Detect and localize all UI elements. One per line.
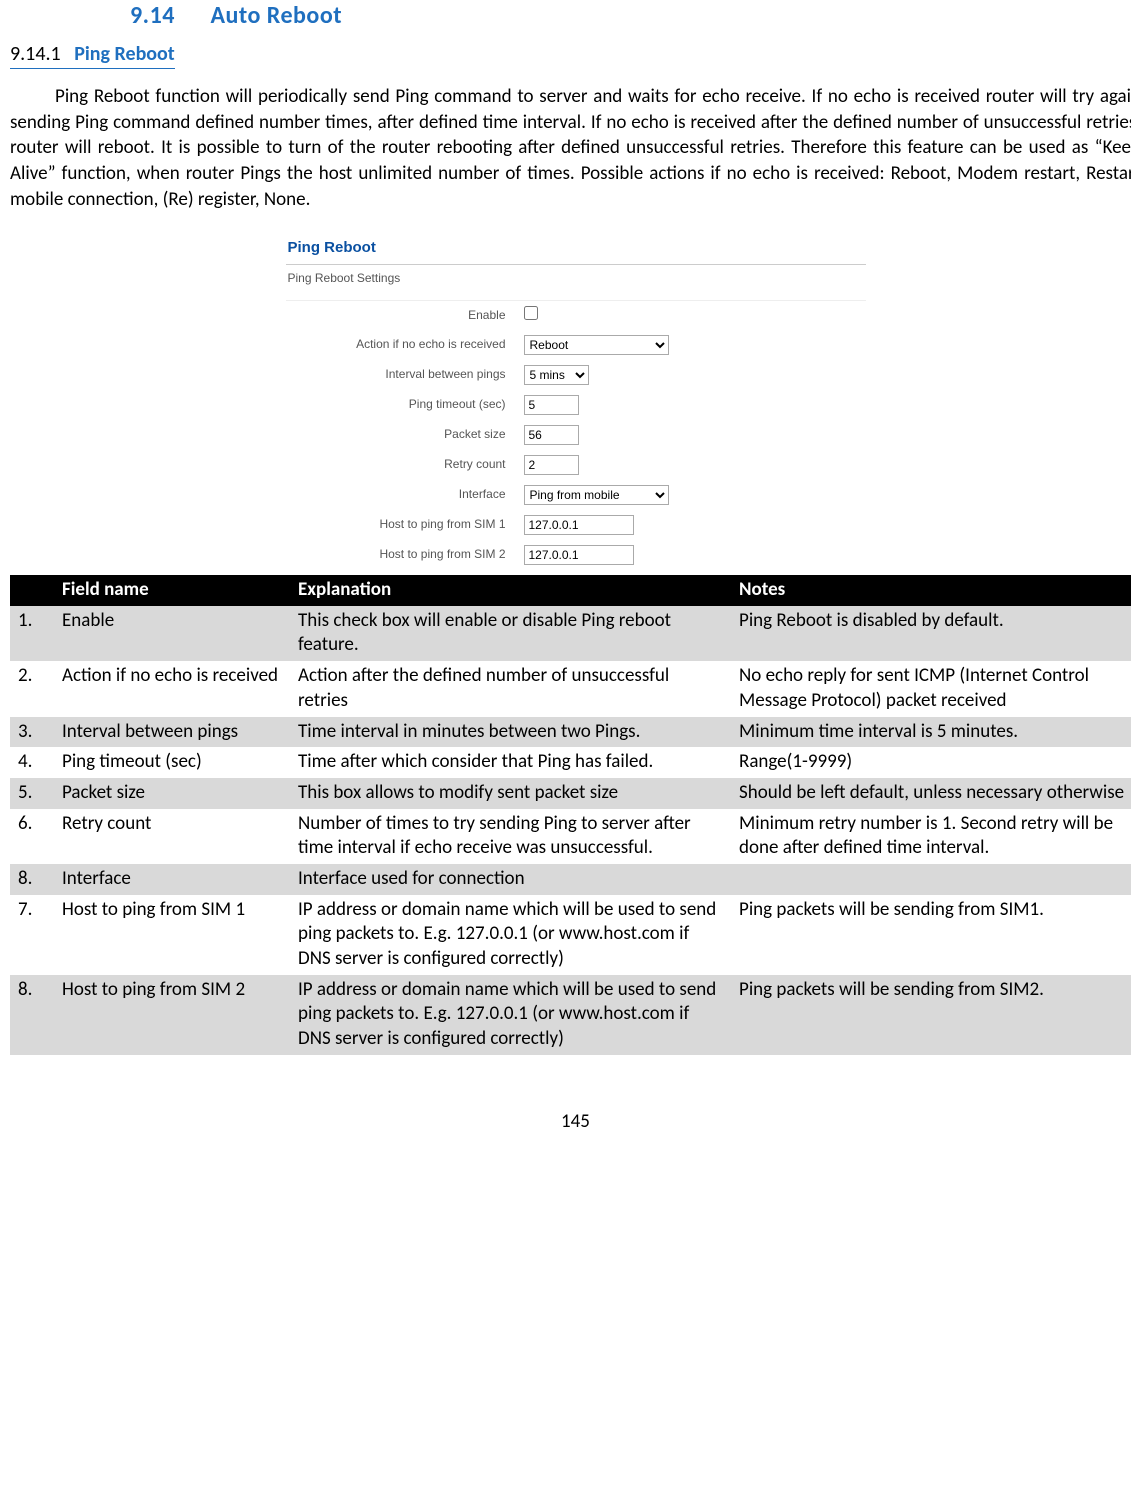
- cell-num: 1.: [10, 606, 54, 661]
- cell-explanation: Action after the defined number of unsuc…: [290, 661, 731, 716]
- label-action: Action if no echo is received: [286, 337, 524, 353]
- section-heading: 9.14 Auto Reboot: [10, 0, 1131, 31]
- heading-num: 9.14: [130, 1, 175, 30]
- table-row: 4.Ping timeout (sec)Time after which con…: [10, 747, 1131, 778]
- panel-title: Ping Reboot: [286, 232, 866, 265]
- cell-field: Retry count: [54, 809, 290, 864]
- table-row: 3.Interval between pingsTime interval in…: [10, 717, 1131, 748]
- table-row: 8.InterfaceInterface used for connection: [10, 864, 1131, 895]
- cell-field: Host to ping from SIM 1: [54, 895, 290, 975]
- enable-checkbox[interactable]: [524, 306, 538, 320]
- subsection-heading-wrap: 9.14.1 Ping Reboot: [10, 31, 1131, 69]
- label-host1: Host to ping from SIM 1: [286, 517, 524, 533]
- table-row: 6.Retry countNumber of times to try send…: [10, 809, 1131, 864]
- cell-field: Ping timeout (sec): [54, 747, 290, 778]
- cell-explanation: Number of times to try sending Ping to s…: [290, 809, 731, 864]
- row-enable: Enable: [286, 301, 866, 330]
- cell-num: 8.: [10, 864, 54, 895]
- cell-notes: [731, 864, 1131, 895]
- cell-field: Host to ping from SIM 2: [54, 975, 290, 1055]
- cell-num: 5.: [10, 778, 54, 809]
- cell-notes: Ping packets will be sending from SIM2.: [731, 975, 1131, 1055]
- cell-num: 7.: [10, 895, 54, 975]
- subheading-num: 9.14.1: [10, 42, 61, 66]
- row-interface: Interface Ping from mobile: [286, 480, 866, 510]
- cell-notes: Minimum time interval is 5 minutes.: [731, 717, 1131, 748]
- field-table: Field name Explanation Notes 1.EnableThi…: [10, 575, 1131, 1055]
- timeout-input[interactable]: [524, 395, 579, 415]
- th-notes: Notes: [731, 575, 1131, 606]
- row-retry: Retry count: [286, 450, 866, 480]
- cell-num: 4.: [10, 747, 54, 778]
- cell-explanation: Interface used for connection: [290, 864, 731, 895]
- host1-input[interactable]: [524, 515, 634, 535]
- cell-notes: Ping Reboot is disabled by default.: [731, 606, 1131, 661]
- interface-select[interactable]: Ping from mobile: [524, 485, 669, 505]
- host2-input[interactable]: [524, 545, 634, 565]
- table-row: 2.Action if no echo is receivedAction af…: [10, 661, 1131, 716]
- cell-notes: No echo reply for sent ICMP (Internet Co…: [731, 661, 1131, 716]
- cell-num: 2.: [10, 661, 54, 716]
- label-packet: Packet size: [286, 427, 524, 443]
- row-interval: Interval between pings 5 mins: [286, 360, 866, 390]
- cell-explanation: This box allows to modify sent packet si…: [290, 778, 731, 809]
- row-host1: Host to ping from SIM 1: [286, 510, 866, 540]
- cell-num: 6.: [10, 809, 54, 864]
- cell-notes: Should be left default, unless necessary…: [731, 778, 1131, 809]
- cell-explanation: This check box will enable or disable Pi…: [290, 606, 731, 661]
- label-retry: Retry count: [286, 457, 524, 473]
- row-action: Action if no echo is received Reboot: [286, 330, 866, 360]
- cell-explanation: IP address or domain name which will be …: [290, 895, 731, 975]
- cell-explanation: Time after which consider that Ping has …: [290, 747, 731, 778]
- th-blank: [10, 575, 54, 606]
- intro-paragraph: Ping Reboot function will periodically s…: [10, 84, 1131, 212]
- label-interval: Interval between pings: [286, 367, 524, 383]
- label-timeout: Ping timeout (sec): [286, 397, 524, 413]
- table-row: 5.Packet sizeThis box allows to modify s…: [10, 778, 1131, 809]
- table-row: 7.Host to ping from SIM 1IP address or d…: [10, 895, 1131, 975]
- cell-field: Enable: [54, 606, 290, 661]
- cell-num: 3.: [10, 717, 54, 748]
- packet-input[interactable]: [524, 425, 579, 445]
- row-packet: Packet size: [286, 420, 866, 450]
- page-number: 145: [10, 1110, 1131, 1135]
- retry-input[interactable]: [524, 455, 579, 475]
- cell-notes: Range(1-9999): [731, 747, 1131, 778]
- th-explanation: Explanation: [290, 575, 731, 606]
- label-enable: Enable: [286, 308, 524, 324]
- cell-field: Packet size: [54, 778, 290, 809]
- cell-field: Interface: [54, 864, 290, 895]
- subheading-title: Ping Reboot: [74, 42, 175, 66]
- settings-panel-wrap: Ping Reboot Ping Reboot Settings Enable …: [10, 232, 1131, 570]
- table-row: 1.EnableThis check box will enable or di…: [10, 606, 1131, 661]
- cell-notes: Minimum retry number is 1. Second retry …: [731, 809, 1131, 864]
- label-interface: Interface: [286, 487, 524, 503]
- settings-panel: Ping Reboot Ping Reboot Settings Enable …: [286, 232, 866, 570]
- table-row: 8.Host to ping from SIM 2IP address or d…: [10, 975, 1131, 1055]
- cell-num: 8.: [10, 975, 54, 1055]
- heading-title: Auto Reboot: [210, 1, 342, 30]
- panel-section-label: Ping Reboot Settings: [286, 265, 866, 302]
- action-select[interactable]: Reboot: [524, 335, 669, 355]
- interval-select[interactable]: 5 mins: [524, 365, 589, 385]
- row-host2: Host to ping from SIM 2: [286, 540, 866, 570]
- th-fieldname: Field name: [54, 575, 290, 606]
- cell-field: Interval between pings: [54, 717, 290, 748]
- cell-field: Action if no echo is received: [54, 661, 290, 716]
- cell-explanation: Time interval in minutes between two Pin…: [290, 717, 731, 748]
- label-host2: Host to ping from SIM 2: [286, 547, 524, 563]
- cell-explanation: IP address or domain name which will be …: [290, 975, 731, 1055]
- cell-notes: Ping packets will be sending from SIM1.: [731, 895, 1131, 975]
- row-timeout: Ping timeout (sec): [286, 390, 866, 420]
